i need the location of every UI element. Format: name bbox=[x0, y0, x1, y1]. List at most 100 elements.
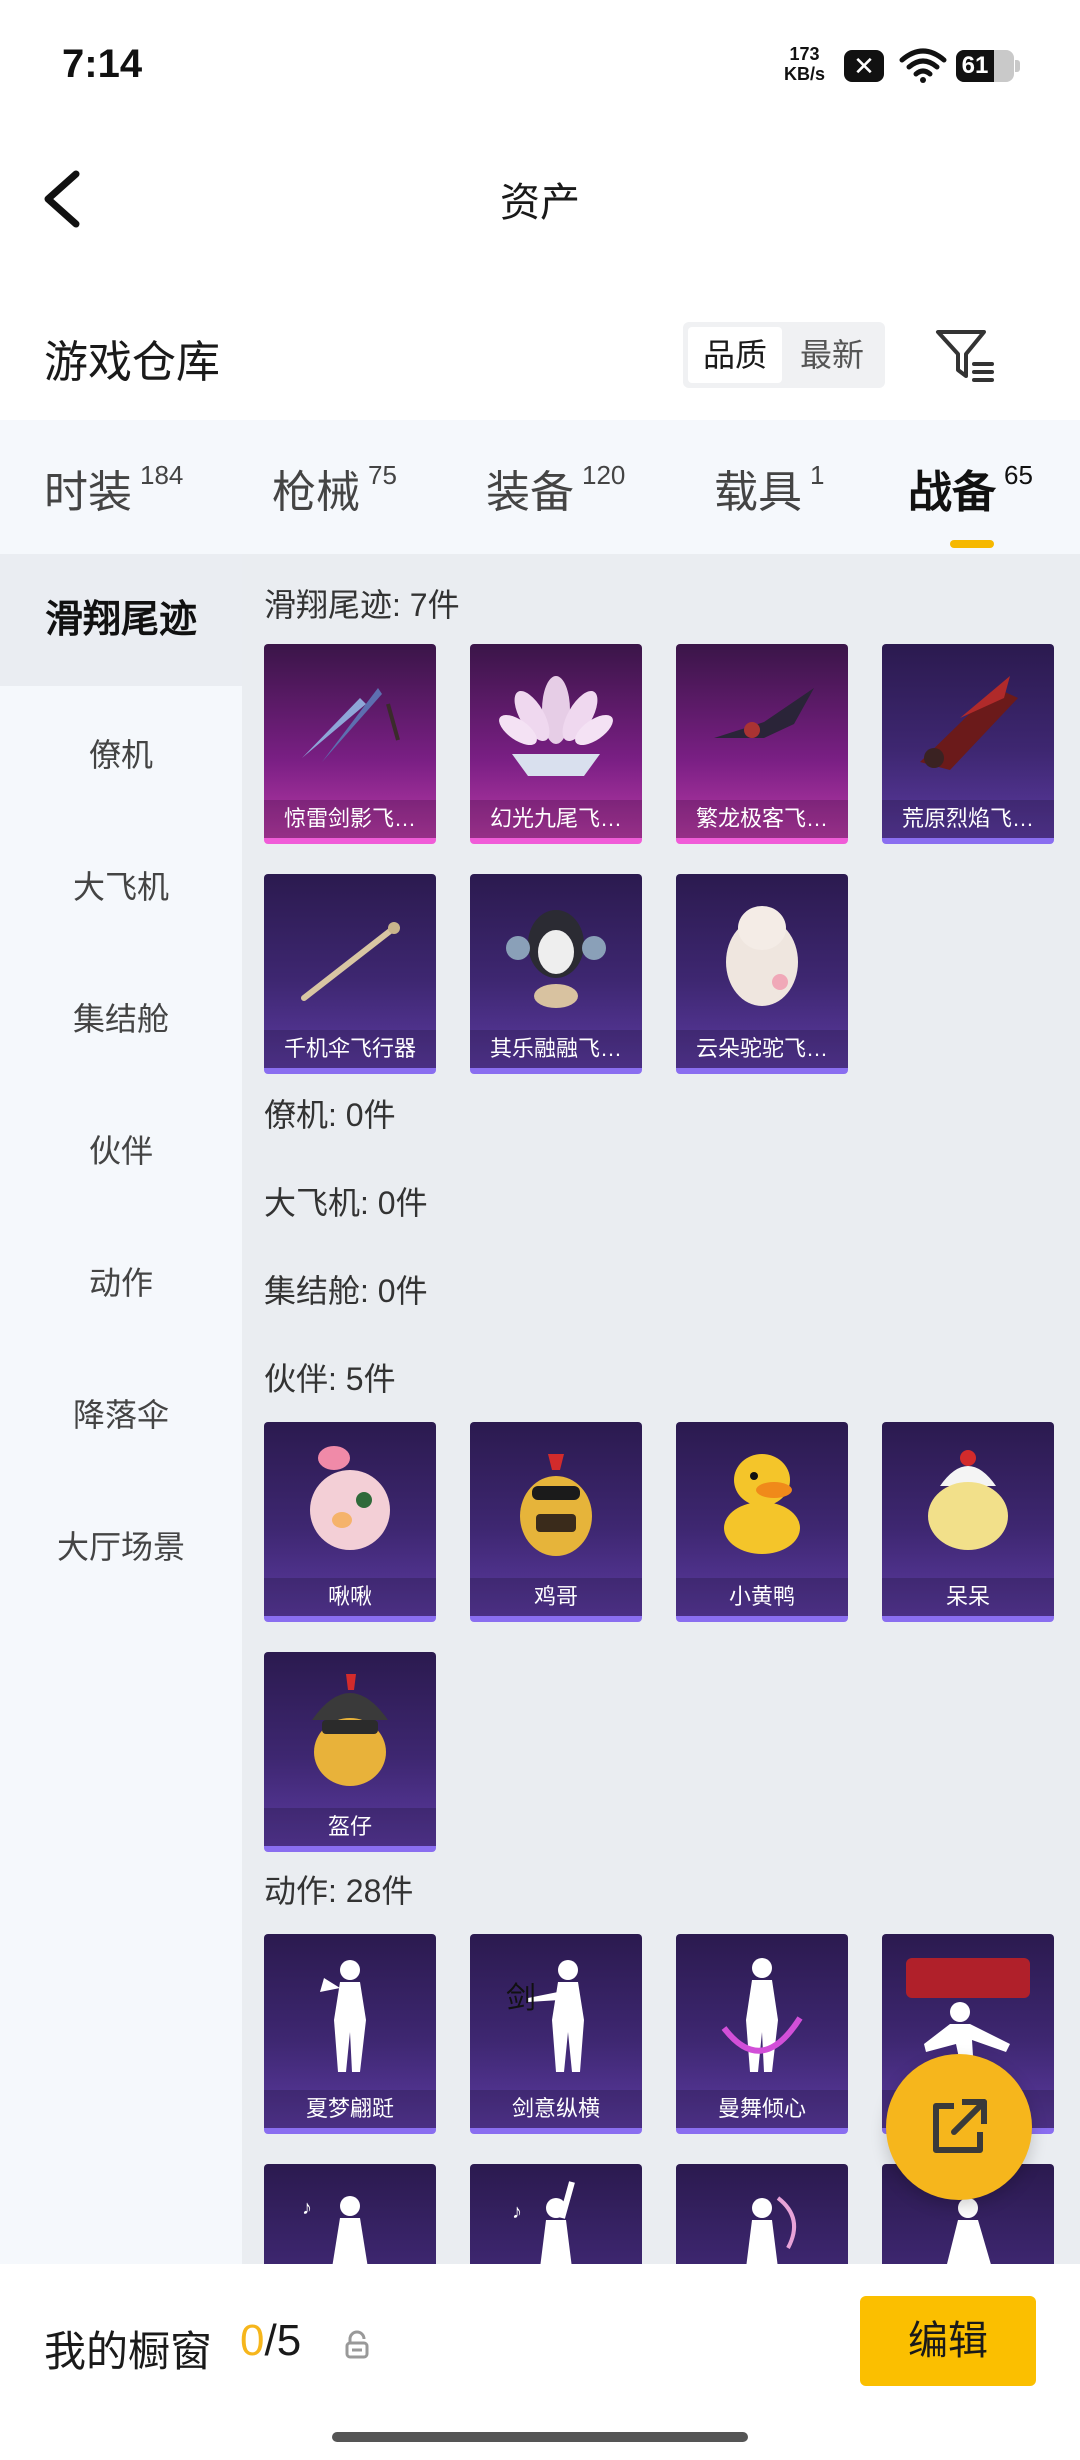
item-card[interactable]: 曼舞倾心 bbox=[676, 1934, 848, 2134]
item-card[interactable]: 其乐融融飞… bbox=[470, 874, 642, 1074]
home-indicator[interactable] bbox=[332, 2432, 748, 2442]
sidebar-item-lobby-scene[interactable]: 大厅场景 bbox=[0, 1522, 242, 1568]
tab-vehicles[interactable]: 载具 1 bbox=[714, 456, 824, 520]
tab-count: 75 bbox=[368, 460, 397, 490]
lock-icon bbox=[345, 2330, 369, 2359]
section-title-big-plane: 大飞机: 0件 bbox=[264, 1185, 428, 1221]
emote-pose-art: ♪ bbox=[302, 2196, 368, 2264]
item-card[interactable] bbox=[676, 2164, 848, 2264]
sidebar: 滑翔尾迹 僚机 大飞机 集结舱 伙伴 动作 降落伞 大厅场景 bbox=[0, 554, 242, 2264]
sidebar-item-parachute[interactable]: 降落伞 bbox=[0, 1390, 242, 1436]
tab-count: 1 bbox=[810, 460, 825, 490]
item-name: 曼舞倾心 bbox=[676, 2090, 848, 2128]
glide-trail-art bbox=[714, 688, 814, 738]
companion-art bbox=[928, 1450, 1008, 1550]
item-name: 惊雷剑影飞… bbox=[264, 800, 436, 838]
svg-text:♪: ♪ bbox=[512, 2201, 522, 2223]
item-name: 荒原烈焰飞… bbox=[882, 800, 1054, 838]
sidebar-item-glide-trail[interactable]: 滑翔尾迹 bbox=[0, 554, 242, 686]
tab-count: 120 bbox=[582, 460, 626, 490]
sidebar-item-companion[interactable]: 伙伴 bbox=[0, 1126, 242, 1172]
item-card[interactable]: 呆呆 bbox=[882, 1422, 1054, 1622]
emote-pose-art bbox=[320, 1960, 366, 2072]
item-name: 云朵驼驼飞… bbox=[676, 1030, 848, 1068]
item-card[interactable]: 剑 剑意纵横 bbox=[470, 1934, 642, 2134]
item-name: 剑意纵横 bbox=[470, 2090, 642, 2128]
glide-trail-art bbox=[506, 910, 606, 1008]
item-name: 小黄鸭 bbox=[676, 1578, 848, 1616]
sort-toggle: 品质 最新 bbox=[683, 322, 885, 388]
svg-text:剑: 剑 bbox=[506, 1981, 536, 2016]
item-name: 盔仔 bbox=[264, 1808, 436, 1846]
item-card[interactable]: 盔仔 bbox=[264, 1652, 436, 1852]
item-name: 其乐融融飞… bbox=[470, 1030, 642, 1068]
item-card[interactable]: 荒原烈焰飞… bbox=[882, 644, 1054, 844]
emote-pose-art: 剑 bbox=[506, 1960, 584, 2072]
sidebar-item-big-plane[interactable]: 大飞机 bbox=[0, 862, 242, 908]
item-grid: 滑翔尾迹: 7件 惊雷剑影飞… 幻光九尾飞… 繁龙极客飞… 荒原烈焰飞… 千机伞… bbox=[242, 554, 1080, 2264]
network-speed: 173 KB/s bbox=[784, 44, 825, 84]
network-speed-unit: KB/s bbox=[784, 64, 826, 84]
showcase-current: 0 bbox=[240, 2316, 265, 2365]
filter-icon[interactable] bbox=[932, 322, 998, 388]
network-speed-value: 173 bbox=[789, 44, 820, 64]
sidebar-item-wingman[interactable]: 僚机 bbox=[0, 730, 242, 776]
tab-fashion[interactable]: 时装 184 bbox=[44, 456, 183, 520]
section-title-glide: 滑翔尾迹: 7件 bbox=[264, 587, 460, 623]
tab-equipment[interactable]: 装备 120 bbox=[486, 456, 625, 520]
item-card[interactable]: 小黄鸭 bbox=[676, 1422, 848, 1622]
tab-firearms[interactable]: 枪械 75 bbox=[272, 456, 397, 520]
item-name: 夏梦翩跹 bbox=[264, 2090, 436, 2128]
showcase-count: 0/5 bbox=[240, 2316, 301, 2366]
item-card[interactable]: 鸡哥 bbox=[470, 1422, 642, 1622]
edit-button[interactable]: 编辑 bbox=[860, 2296, 1036, 2386]
emote-pose-art bbox=[721, 1958, 803, 2072]
glide-trail-art bbox=[302, 688, 400, 762]
tab-label: 装备 bbox=[486, 468, 574, 517]
share-fab-button[interactable] bbox=[886, 2054, 1032, 2200]
emote-pose-art bbox=[746, 2196, 797, 2264]
tab-label: 载具 bbox=[714, 468, 802, 517]
item-card[interactable]: 啾啾 bbox=[264, 1422, 436, 1622]
glide-trail-art bbox=[301, 922, 400, 1001]
glide-trail-art bbox=[499, 676, 613, 776]
item-card[interactable]: ♪ bbox=[470, 2164, 642, 2264]
sidebar-item-emote[interactable]: 动作 bbox=[0, 1258, 242, 1304]
svg-text:♪: ♪ bbox=[302, 2197, 312, 2219]
section-title-companion: 伙伴: 5件 bbox=[264, 1361, 396, 1397]
showcase-label: 我的橱窗 bbox=[44, 2328, 213, 2375]
item-name: 繁龙极客飞… bbox=[676, 800, 848, 838]
active-tab-indicator bbox=[950, 540, 994, 548]
item-name: 呆呆 bbox=[882, 1578, 1054, 1616]
companion-art bbox=[312, 1674, 388, 1786]
glide-trail-art bbox=[726, 906, 798, 1006]
showcase-total: /5 bbox=[264, 2316, 302, 2365]
section-title-wingman: 僚机: 0件 bbox=[264, 1097, 396, 1133]
item-card[interactable]: 夏梦翩跹 bbox=[264, 1934, 436, 2134]
emote-pose-art: ♪ bbox=[512, 2181, 575, 2264]
wifi-icon bbox=[899, 48, 947, 83]
item-card[interactable]: 幻光九尾飞… bbox=[470, 644, 642, 844]
status-bar: 7:14 173 KB/s ✕ 61 bbox=[0, 0, 1080, 140]
sort-quality-button[interactable]: 品质 bbox=[688, 327, 782, 383]
item-name: 啾啾 bbox=[264, 1578, 436, 1616]
item-name: 鸡哥 bbox=[470, 1578, 642, 1616]
page-title: 资产 bbox=[500, 181, 580, 225]
sort-newest-button[interactable]: 最新 bbox=[785, 327, 879, 383]
category-tabs: 时装 184 枪械 75 装备 120 载具 1 战备 65 bbox=[0, 420, 1080, 554]
companion-art bbox=[520, 1454, 592, 1556]
item-card[interactable]: 云朵驼驼飞… bbox=[676, 874, 848, 1074]
status-time: 7:14 bbox=[62, 42, 143, 86]
item-card[interactable]: ♪ bbox=[264, 2164, 436, 2264]
item-card[interactable]: 惊雷剑影飞… bbox=[264, 644, 436, 844]
section-title-capsule: 集结舱: 0件 bbox=[264, 1273, 428, 1309]
tab-combat-gear[interactable]: 战备 65 bbox=[908, 456, 1033, 548]
showcase-bar: 我的橱窗 0/5 编辑 bbox=[0, 2264, 1080, 2460]
tab-count: 65 bbox=[1004, 460, 1033, 490]
tab-count: 184 bbox=[140, 460, 184, 490]
warehouse-title: 游戏仓库 bbox=[44, 338, 220, 387]
sidebar-item-capsule[interactable]: 集结舱 bbox=[0, 994, 242, 1040]
companion-art bbox=[310, 1446, 390, 1550]
item-card[interactable]: 千机伞飞行器 bbox=[264, 874, 436, 1074]
item-card[interactable]: 繁龙极客飞… bbox=[676, 644, 848, 844]
